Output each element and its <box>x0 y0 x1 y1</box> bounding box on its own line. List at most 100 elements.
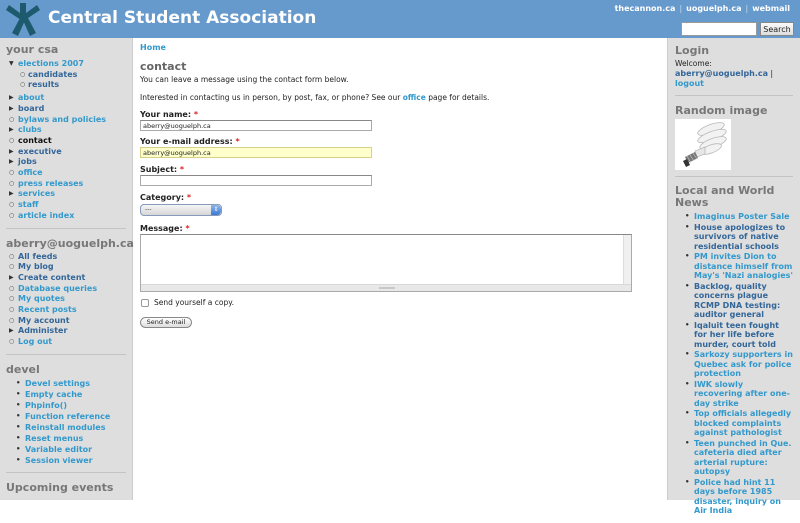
menu-item-log-out[interactable]: ○ Log out <box>6 337 126 348</box>
menu-item-clubs[interactable]: ▶ clubs <box>6 125 126 136</box>
menu-link[interactable]: about <box>18 93 44 102</box>
user-link[interactable]: aberry@uoguelph.ca <box>675 69 768 78</box>
menu-item-administer[interactable]: ▶ Administer <box>6 326 126 337</box>
menu-link[interactable]: Recent posts <box>18 305 77 314</box>
menu-item-services[interactable]: ▶ services <box>6 189 126 200</box>
csa-asterisk-logo-icon[interactable] <box>6 3 40 36</box>
devel-item[interactable]: • Phpinfo() <box>6 400 126 411</box>
menu-item-results[interactable]: ○ results <box>6 80 126 91</box>
category-select[interactable]: --- ⇕ <box>140 204 222 216</box>
menu-link[interactable]: Database queries <box>18 284 97 293</box>
menu-item-create-content[interactable]: ▶ Create content <box>6 273 126 284</box>
news-item[interactable]: • Teen punched in Que. cafeteria died aft… <box>675 439 793 477</box>
menu-link[interactable]: elections 2007 <box>18 59 84 68</box>
menu-link[interactable]: jobs <box>18 157 37 166</box>
breadcrumb-home[interactable]: Home <box>140 43 166 52</box>
menu-link[interactable]: My quotes <box>18 294 65 303</box>
news-item[interactable]: • Backlog, quality concerns plague RCMP D… <box>675 282 793 320</box>
menu-link[interactable]: board <box>18 104 44 113</box>
search-input[interactable] <box>681 22 757 36</box>
send-copy-label[interactable]: Send yourself a copy. <box>154 298 234 307</box>
menu-link[interactable]: article index <box>18 211 74 220</box>
menu-item-elections-2007[interactable]: ▼ elections 2007 <box>6 59 126 70</box>
news-item[interactable]: • Iqaluit teen fought for her life before… <box>675 321 793 350</box>
menu-link[interactable]: Empty cache <box>25 390 82 399</box>
menu-item-bylaws[interactable]: ○ bylaws and policies <box>6 115 126 126</box>
news-item[interactable]: • Imaginus Poster Sale <box>675 212 793 222</box>
menu-item-database-queries[interactable]: ○ Database queries <box>6 284 126 295</box>
menu-item-jobs[interactable]: ▶ jobs <box>6 157 126 168</box>
news-link[interactable]: House apologizes to survivors of native … <box>694 223 785 251</box>
devel-item[interactable]: • Session viewer <box>6 455 126 466</box>
devel-item[interactable]: • Function reference <box>6 411 126 422</box>
menu-link[interactable]: Reinstall modules <box>25 423 105 432</box>
send-email-button[interactable]: Send e-mail <box>140 317 192 328</box>
menu-item-my-quotes[interactable]: ○ My quotes <box>6 294 126 305</box>
menu-link[interactable]: My blog <box>18 262 54 271</box>
name-field[interactable] <box>140 120 372 131</box>
devel-item[interactable]: • Reset menus <box>6 433 126 444</box>
menu-item-all-feeds[interactable]: ○ All feeds <box>6 252 126 263</box>
menu-item-article-index[interactable]: ○ article index <box>6 211 126 222</box>
menu-link[interactable]: Session viewer <box>25 456 93 465</box>
news-item[interactable]: • PM invites Dion to distance himself fro… <box>675 252 793 281</box>
menu-link[interactable]: bylaws and policies <box>18 115 106 124</box>
menu-item-office[interactable]: ○ office <box>6 168 126 179</box>
menu-item-press-releases[interactable]: ○ press releases <box>6 179 126 190</box>
devel-item[interactable]: • Empty cache <box>6 389 126 400</box>
news-link[interactable]: Iqaluit teen fought for her life before … <box>694 321 779 349</box>
menu-link[interactable]: candidates <box>28 70 77 79</box>
top-link-webmail[interactable]: webmail <box>752 4 790 13</box>
news-item[interactable]: • House apologizes to survivors of native… <box>675 223 793 252</box>
random-image-lightbulb[interactable] <box>675 119 731 170</box>
menu-link[interactable]: All feeds <box>18 252 57 261</box>
textarea-scrollbar[interactable] <box>623 235 631 284</box>
devel-item[interactable]: • Variable editor <box>6 444 126 455</box>
news-item[interactable]: • IWK slowly recovering after one-day str… <box>675 380 793 409</box>
message-textarea[interactable] <box>140 234 632 292</box>
news-link[interactable]: Top officials allegedly blocked complain… <box>694 409 791 437</box>
menu-link[interactable]: services <box>18 189 55 198</box>
menu-item-about[interactable]: ▶ about <box>6 93 126 104</box>
menu-link[interactable]: results <box>28 80 59 89</box>
menu-link[interactable]: Function reference <box>25 412 110 421</box>
menu-item-candidates[interactable]: ○ candidates <box>6 70 126 81</box>
menu-item-executive[interactable]: ▶ executive <box>6 147 126 158</box>
menu-link[interactable]: press releases <box>18 179 83 188</box>
top-link-thecannon[interactable]: thecannon.ca <box>615 4 676 13</box>
news-link[interactable]: Police had hint 11 days before 1985 disa… <box>694 478 781 516</box>
office-link[interactable]: office <box>403 93 426 102</box>
menu-link[interactable]: Log out <box>18 337 52 346</box>
menu-link[interactable]: office <box>18 168 43 177</box>
menu-link[interactable]: staff <box>18 200 38 209</box>
menu-link[interactable]: Reset menus <box>25 434 83 443</box>
subject-field[interactable] <box>140 175 372 186</box>
news-item[interactable]: • Sarkozy supporters in Quebec ask for po… <box>675 350 793 379</box>
search-button[interactable]: Search <box>760 22 794 36</box>
menu-item-contact[interactable]: ○ contact <box>6 136 126 147</box>
news-link[interactable]: IWK slowly recovering after one-day stri… <box>694 380 790 408</box>
top-link-uoguelph[interactable]: uoguelph.ca <box>686 4 741 13</box>
menu-link[interactable]: clubs <box>18 125 42 134</box>
send-copy-checkbox[interactable] <box>141 299 149 307</box>
news-link[interactable]: Sarkozy supporters in Quebec ask for pol… <box>694 350 793 378</box>
news-item[interactable]: • Top officials allegedly blocked complai… <box>675 409 793 438</box>
news-item[interactable]: • Police had hint 11 days before 1985 dis… <box>675 478 793 516</box>
menu-item-my-account[interactable]: ○ My account <box>6 316 126 327</box>
news-link[interactable]: Backlog, quality concerns plague RCMP DN… <box>694 282 780 320</box>
devel-item[interactable]: • Devel settings <box>6 378 126 389</box>
site-name[interactable]: Central Student Association <box>48 8 316 28</box>
menu-link[interactable]: Variable editor <box>25 445 92 454</box>
menu-link[interactable]: Phpinfo() <box>25 401 67 410</box>
devel-item[interactable]: • Reinstall modules <box>6 422 126 433</box>
news-link[interactable]: Teen punched in Que. cafeteria died afte… <box>694 439 791 477</box>
menu-link[interactable]: Create content <box>18 273 85 282</box>
menu-link[interactable]: Administer <box>18 326 67 335</box>
textarea-resize-grip[interactable] <box>141 284 631 291</box>
menu-link-active[interactable]: contact <box>18 136 52 145</box>
menu-link[interactable]: executive <box>18 147 62 156</box>
menu-item-my-blog[interactable]: ○ My blog <box>6 262 126 273</box>
menu-link[interactable]: My account <box>18 316 70 325</box>
logout-link[interactable]: logout <box>675 79 704 88</box>
email-field[interactable] <box>140 147 372 158</box>
